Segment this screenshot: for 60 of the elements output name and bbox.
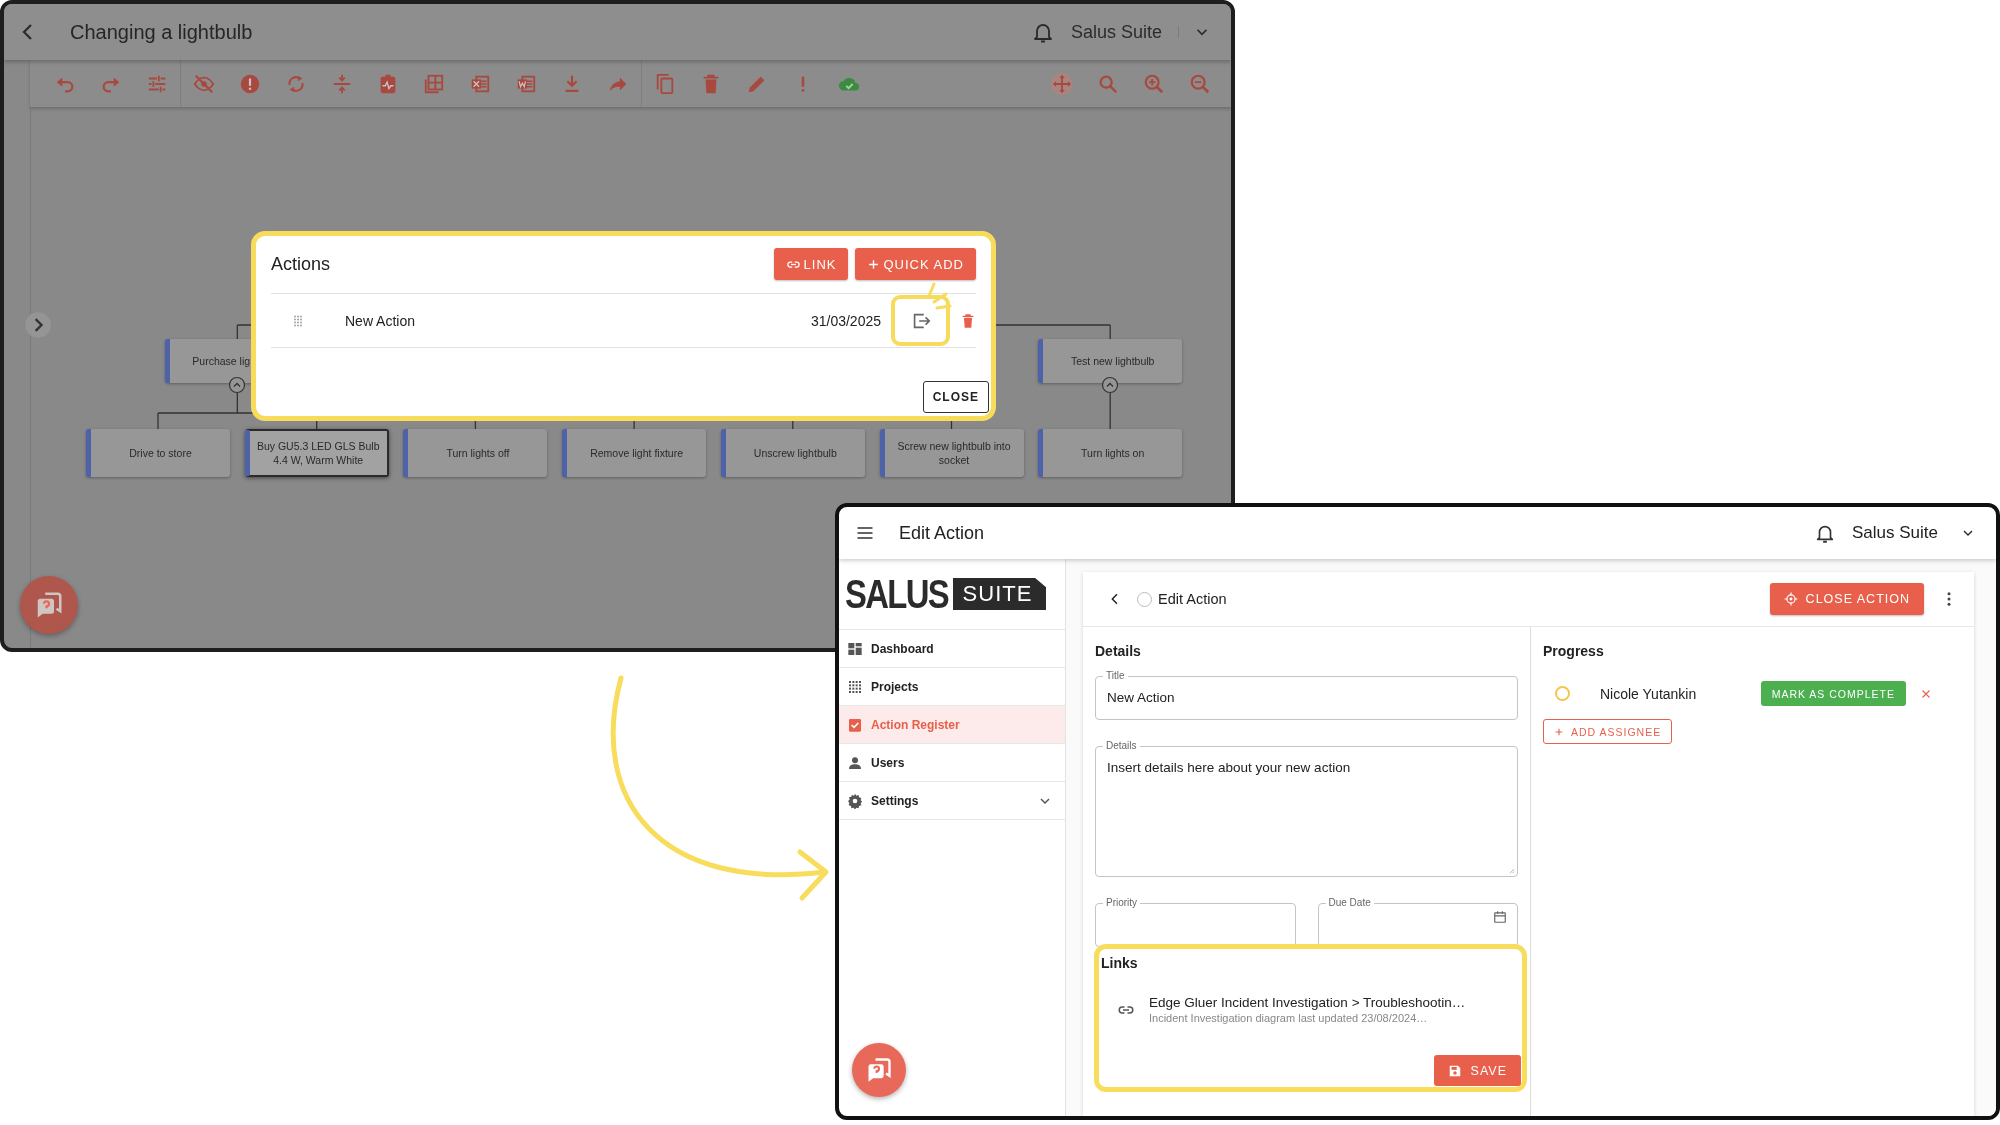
account-name[interactable]: Salus Suite	[1070, 21, 1162, 43]
quick-add-button[interactable]: QUICK ADD	[855, 248, 976, 280]
compress-icon[interactable]	[331, 72, 353, 95]
diagram-node[interactable]: Screw new lightbulb into socket	[879, 429, 1024, 477]
eye-slash-icon[interactable]	[193, 72, 215, 95]
section-heading: Links	[1101, 955, 1139, 971]
page-title: Edit Action	[1158, 591, 1227, 607]
diagram-node[interactable]: Test new lightbulb	[1038, 339, 1183, 383]
copy-icon[interactable]	[654, 72, 676, 95]
crosshair-icon	[1783, 592, 1798, 606]
assignee-name: Nicole Yutankin	[1600, 685, 1698, 702]
grid-icon	[847, 678, 863, 695]
link-title[interactable]: Edge Gluer Incident Investigation > Troubleshootin…	[1149, 995, 1466, 1010]
status-circle[interactable]	[1555, 686, 1570, 701]
plus-icon	[867, 257, 881, 271]
action-name: New Action	[345, 312, 416, 329]
expand-panel-icon[interactable]	[24, 311, 52, 339]
nav-item[interactable]: Dashboard	[839, 629, 1065, 667]
table-icon[interactable]	[423, 72, 445, 95]
trash-icon[interactable]	[960, 312, 976, 329]
diagram-node[interactable]: Buy GU5.3 LED GLS Bulb 4.4 W, Warm White	[244, 429, 389, 477]
checkbox-icon	[847, 716, 863, 733]
close-icon[interactable]	[1920, 687, 1932, 700]
logo-tag: SUITE	[952, 578, 1047, 610]
settings-icon	[847, 792, 863, 809]
link-button[interactable]: LINK	[773, 248, 849, 280]
close-action-button[interactable]: CLOSE ACTION	[1769, 583, 1924, 615]
dashboard-icon	[847, 640, 863, 657]
nav-item[interactable]: Action Register	[839, 705, 1065, 743]
help-icon	[865, 1056, 893, 1084]
help-button[interactable]	[852, 1043, 906, 1097]
plus-icon	[1554, 726, 1564, 737]
diagram-title: Changing a lightbulb	[70, 20, 253, 44]
diagram-node[interactable]: Remove light fixture	[562, 429, 707, 477]
link-subtitle: Incident Investigation diagram last updated 23/08/2024…	[1149, 1012, 1429, 1024]
error-icon[interactable]	[239, 72, 261, 95]
close-button[interactable]: CLOSE	[922, 381, 989, 413]
diagram-node[interactable]: Drive to store	[86, 429, 230, 477]
zoom-out-icon[interactable]	[1189, 72, 1211, 95]
window-title: Edit Action	[899, 522, 985, 544]
logo-wordmark: SALUS	[845, 571, 948, 617]
diagram-node[interactable]: Turn lights off	[403, 429, 548, 477]
help-button[interactable]	[20, 576, 78, 634]
nav-item[interactable]: Users	[839, 743, 1065, 781]
diagram-node[interactable]: Turn lights on	[1038, 429, 1183, 477]
nav-item[interactable]: Settings	[839, 781, 1065, 820]
move-icon[interactable]	[1051, 72, 1073, 95]
user-icon	[847, 754, 863, 771]
action-date: 31/03/2025	[810, 312, 881, 329]
section-heading: Progress	[1543, 643, 1605, 659]
add-assignee-button[interactable]: ADD ASSIGNEE	[1543, 719, 1673, 744]
section-heading: Details	[1095, 643, 1142, 659]
dialog-title: Actions	[271, 253, 332, 275]
mark-complete-button[interactable]: MARK AS COMPLETE	[1760, 681, 1906, 706]
save-icon	[1447, 1063, 1462, 1078]
account-name[interactable]: Salus Suite	[1852, 523, 1938, 543]
diagram-node[interactable]: Unscrew lightbulb	[720, 429, 865, 477]
save-button[interactable]: SAVE	[1433, 1055, 1521, 1086]
zoom-in-icon[interactable]	[1143, 72, 1165, 95]
calendar-icon[interactable]	[1493, 910, 1507, 924]
